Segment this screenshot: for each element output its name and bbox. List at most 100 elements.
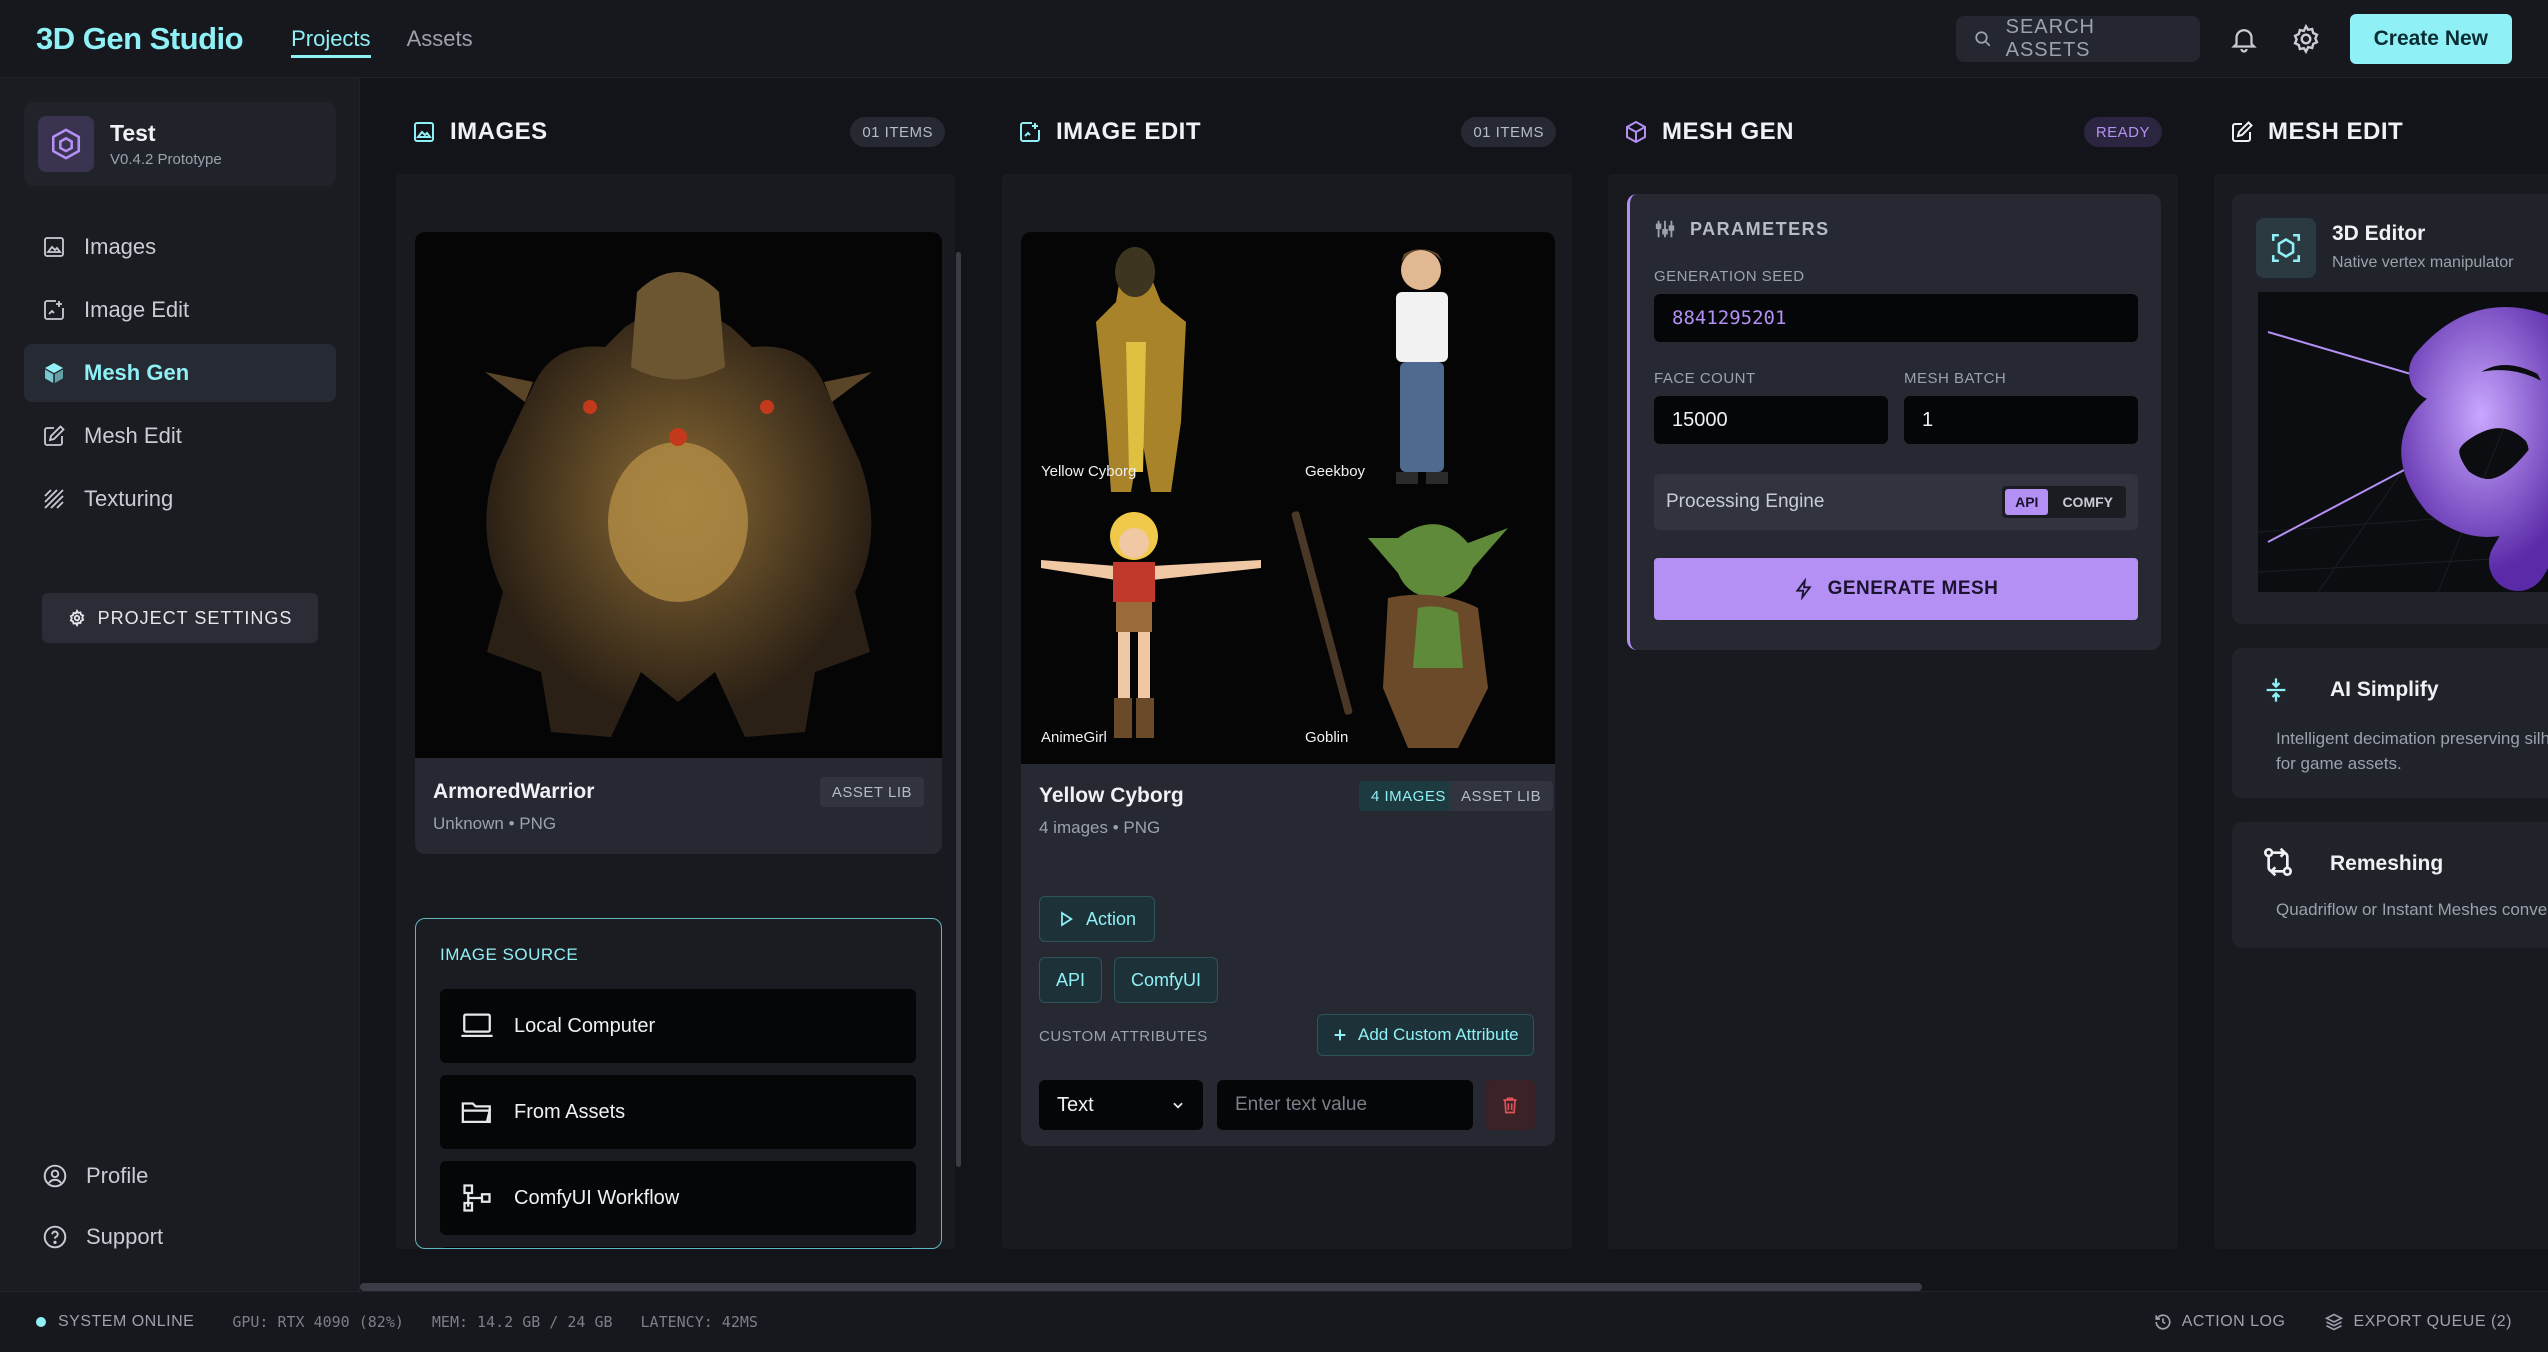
ai-simplify-line-2: for game assets. xyxy=(2276,754,2402,773)
api-button[interactable]: API xyxy=(1039,957,1103,1003)
thumb-label: Goblin xyxy=(1305,729,1349,746)
memory-readout: MEM: 14.2 GB / 24 GB xyxy=(431,1313,613,1331)
add-custom-label: Add Custom Attribute xyxy=(1358,1025,1519,1044)
3d-viewport[interactable] xyxy=(2258,292,2548,592)
create-new-button[interactable]: Create New xyxy=(2349,13,2512,64)
sidebar-item-profile[interactable]: Profile xyxy=(24,1148,336,1204)
thumb-label: Geekboy xyxy=(1305,463,1366,480)
bell-icon[interactable] xyxy=(2226,21,2262,57)
attribute-value-input[interactable]: Enter text value xyxy=(1217,1080,1473,1130)
asset-thumbnail xyxy=(415,232,942,758)
project-settings-label: PROJECT SETTINGS xyxy=(97,607,293,628)
image-icon xyxy=(412,120,436,144)
add-custom-attribute-button[interactable]: Add Custom Attribute xyxy=(1317,1014,1534,1056)
project-version: V0.4.2 Prototype xyxy=(110,151,222,168)
from-assets-button[interactable]: From Assets xyxy=(440,1075,916,1149)
plus-icon xyxy=(1332,1027,1348,1043)
nav-assets[interactable]: Assets xyxy=(407,0,473,78)
sidebar-item-image-edit[interactable]: Image Edit xyxy=(24,281,336,339)
image-source-label: IMAGE SOURCE xyxy=(440,945,579,964)
top-bar: 3D Gen Studio Projects Assets SEARCH ASS… xyxy=(0,0,2548,78)
asset-card-yellow-cyborg[interactable]: Yellow Cyborg Geekboy AnimeGirl Goblin Y… xyxy=(1021,232,1555,1146)
face-count-input[interactable]: 15000 xyxy=(1654,396,1888,444)
images-column: IMAGES 01 ITEMS ArmoredWarrior Unknown •… xyxy=(396,78,961,1291)
attribute-type-select[interactable]: Text xyxy=(1039,1080,1203,1130)
thumb-yellow-cyborg[interactable]: Yellow Cyborg xyxy=(1021,232,1288,498)
item-count-badge: 01 ITEMS xyxy=(850,117,945,147)
help-icon xyxy=(42,1224,68,1250)
action-log-label: ACTION LOG xyxy=(2181,1313,2286,1330)
remeshing-card[interactable]: Remeshing Quadriflow or Instant Meshes c… xyxy=(2232,822,2548,948)
project-name: Test xyxy=(110,120,156,146)
search-icon xyxy=(1974,30,1992,48)
3d-editor-subtitle: Native vertex manipulator xyxy=(2332,254,2514,271)
image-edit-icon xyxy=(1018,120,1042,144)
more-source-button[interactable] xyxy=(440,1247,916,1248)
search-input[interactable]: SEARCH ASSETS xyxy=(1955,15,2200,62)
mesh-batch-label: MESH BATCH xyxy=(1904,370,2007,387)
export-queue-button[interactable]: EXPORT QUEUE (2) xyxy=(2325,1313,2512,1331)
3d-editor-title: 3D Editor xyxy=(2332,222,2426,245)
remeshing-title: Remeshing xyxy=(2330,852,2444,875)
project-settings-button[interactable]: PROJECT SETTINGS xyxy=(42,593,318,643)
generation-seed-input[interactable]: 8841295201 xyxy=(1654,294,2138,342)
mesh-batch-input[interactable]: 1 xyxy=(1904,396,2138,444)
ai-simplify-line-1: Intelligent decimation preserving silh xyxy=(2276,729,2548,748)
laptop-icon xyxy=(460,1011,494,1041)
project-card[interactable]: Test V0.4.2 Prototype xyxy=(24,102,336,186)
compress-icon xyxy=(2262,674,2290,706)
comfyui-workflow-button[interactable]: ComfyUI Workflow xyxy=(440,1161,916,1235)
sidebar-item-label: Mesh Edit xyxy=(84,423,182,448)
vertical-scrollbar[interactable] xyxy=(956,252,961,1167)
nav-projects[interactable]: Projects xyxy=(291,0,372,78)
delete-attribute-button[interactable] xyxy=(1485,1080,1535,1130)
sidebar-item-mesh-gen[interactable]: Mesh Gen xyxy=(24,344,336,402)
remeshing-description: Quadriflow or Instant Meshes conver xyxy=(2276,900,2548,919)
asset-meta: Unknown • PNG xyxy=(433,814,557,833)
thumb-goblin[interactable]: Goblin xyxy=(1288,498,1555,764)
sidebar-item-images[interactable]: Images xyxy=(24,218,336,276)
export-queue-label: EXPORT QUEUE (2) xyxy=(2353,1313,2512,1330)
sidebar-item-label: Texturing xyxy=(84,486,174,511)
thumb-animegirl[interactable]: AnimeGirl xyxy=(1021,498,1288,764)
sidebar-bottom: Profile Support xyxy=(24,1148,336,1270)
horizontal-scrollbar[interactable] xyxy=(360,1283,1922,1291)
action-button[interactable]: Action xyxy=(1039,896,1156,942)
asset-lib-badge[interactable]: ASSET LIB xyxy=(819,777,924,807)
image-source-panel: IMAGE SOURCE Local Computer From Assets … xyxy=(415,918,942,1249)
gear-icon[interactable] xyxy=(2288,21,2324,57)
face-count-label: FACE COUNT xyxy=(1654,370,1756,387)
action-label: Action xyxy=(1086,908,1137,929)
mesh-edit-column: MESH EDIT 3D Editor Native vertex manipu… xyxy=(2214,78,2548,1291)
trash-icon xyxy=(1500,1095,1520,1115)
user-icon xyxy=(42,1163,68,1189)
ai-simplify-card[interactable]: AI Simplify Intelligent decimation prese… xyxy=(2232,648,2548,798)
sidebar-item-support[interactable]: Support xyxy=(24,1209,336,1265)
generate-mesh-button[interactable]: GENERATE MESH xyxy=(1654,558,2138,620)
engine-comfy-option[interactable]: COMFY xyxy=(2052,489,2123,515)
column-title: IMAGES xyxy=(450,118,548,145)
sidebar-item-texturing[interactable]: Texturing xyxy=(24,470,336,528)
parameters-title: PARAMETERS xyxy=(1690,218,1830,239)
local-computer-button[interactable]: Local Computer xyxy=(440,989,916,1063)
asset-meta: 4 images • PNG xyxy=(1039,818,1161,837)
action-log-button[interactable]: ACTION LOG xyxy=(2154,1313,2286,1331)
parameters-header: PARAMETERS xyxy=(1654,218,1830,240)
sidebar-item-mesh-edit[interactable]: Mesh Edit xyxy=(24,407,336,465)
project-cube-icon xyxy=(38,116,94,172)
thumb-geekboy[interactable]: Geekboy xyxy=(1288,232,1555,498)
app-logo[interactable]: 3D Gen Studio xyxy=(36,21,244,57)
workflow-icon xyxy=(460,1183,494,1213)
asset-lib-badge[interactable]: ASSET LIB xyxy=(1449,781,1554,811)
comfyui-button[interactable]: ComfyUI xyxy=(1114,957,1219,1003)
sidebar-item-label: Image Edit xyxy=(84,297,190,322)
column-title: IMAGE EDIT xyxy=(1056,118,1202,145)
3d-editor-card[interactable]: 3D Editor Native vertex manipulator xyxy=(2232,194,2548,624)
asset-card-armored-warrior[interactable]: ArmoredWarrior Unknown • PNG ASSET LIB xyxy=(415,232,942,854)
texture-icon xyxy=(42,487,66,511)
generate-mesh-label: GENERATE MESH xyxy=(1827,578,1999,599)
engine-api-option[interactable]: API xyxy=(2005,489,2049,515)
edit-icon xyxy=(2230,120,2254,144)
latency-readout: LATENCY: 42MS xyxy=(640,1313,758,1331)
attribute-type-value: Text xyxy=(1057,1093,1094,1116)
